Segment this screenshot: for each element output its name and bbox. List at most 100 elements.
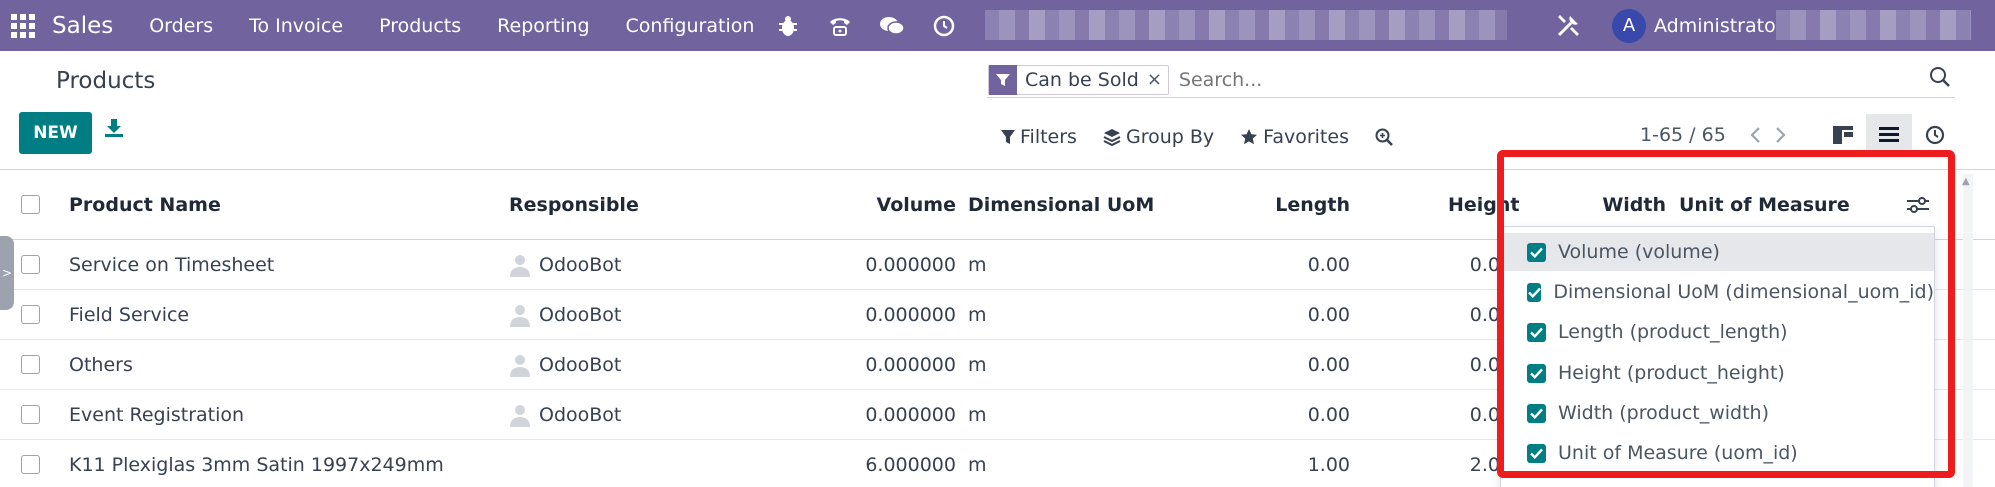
cell-length: 0.00 [1307, 403, 1350, 426]
new-button[interactable]: NEW [19, 112, 92, 154]
phone-icon[interactable] [827, 13, 853, 39]
user-menu[interactable]: A Administrator [1612, 0, 1784, 51]
facet-remove-icon[interactable]: × [1147, 69, 1168, 90]
filters-button[interactable]: Filters [1001, 126, 1077, 148]
user-placeholder-icon [510, 254, 530, 277]
chat-icon[interactable] [879, 13, 905, 39]
cell-length: 1.00 [1307, 453, 1350, 476]
optional-column-label: Length (product_length) [1558, 321, 1788, 343]
cell-product-name: K11 Plexiglas 3mm Satin 1997x249mm [69, 453, 444, 476]
optional-column-length[interactable]: Length (product_length) [1501, 313, 1934, 351]
row-checkbox[interactable] [21, 440, 40, 487]
apps-menu-button[interactable] [0, 0, 46, 51]
checkbox-checked-icon[interactable] [1527, 363, 1546, 383]
column-length[interactable]: Length [1200, 170, 1350, 239]
menu-to-invoice[interactable]: To Invoice [249, 15, 343, 37]
cell-dimensional-uom: m [968, 303, 987, 326]
responsible-name: OdooBot [539, 303, 622, 326]
cell-height: 0.0 [1469, 353, 1500, 376]
select-all-checkbox[interactable] [21, 170, 40, 239]
redacted-area [985, 10, 1507, 40]
search-options: Filters Group By Favorites [1001, 122, 1424, 152]
column-responsible[interactable]: Responsible [509, 170, 639, 239]
row-checkbox[interactable] [21, 290, 40, 339]
pager-next-icon[interactable] [1768, 126, 1794, 144]
facet-label: Can be Sold [1025, 68, 1139, 91]
optional-column-label: Height (product_height) [1558, 362, 1785, 384]
checkbox-checked-icon[interactable] [1527, 403, 1546, 423]
column-volume[interactable]: Volume [800, 170, 956, 239]
activity-view-icon[interactable] [1912, 114, 1958, 156]
cell-height: 0.0 [1469, 403, 1500, 426]
column-product-name[interactable]: Product Name [69, 170, 221, 239]
optional-column-volume[interactable]: Volume (volume) [1501, 233, 1934, 271]
checkbox-checked-icon[interactable] [1527, 322, 1546, 342]
search-input[interactable] [1178, 68, 1879, 91]
cell-product-name: Service on Timesheet [69, 253, 275, 276]
cell-responsible: OdooBot [509, 240, 621, 289]
cell-product-name: Event Registration [69, 403, 245, 426]
avatar: A [1612, 8, 1646, 43]
download-icon[interactable] [104, 118, 128, 142]
list-view-icon[interactable] [1866, 114, 1912, 156]
cell-height: 0.0 [1469, 303, 1500, 326]
user-placeholder-icon [510, 354, 530, 377]
group-by-label: Group By [1125, 126, 1215, 148]
side-panel-toggle[interactable]: > [0, 236, 14, 310]
favorites-button[interactable]: Favorites [1240, 126, 1349, 148]
cell-dimensional-uom: m [968, 453, 987, 476]
optional-column-dimensional-uom[interactable]: Dimensional UoM (dimensional_uom_id) [1501, 273, 1934, 311]
scrollbar[interactable] [1963, 174, 1973, 487]
cell-dimensional-uom: m [968, 403, 987, 426]
responsible-name: OdooBot [539, 403, 622, 426]
bug-icon[interactable] [775, 13, 801, 39]
redacted-area [1776, 10, 1971, 40]
responsible-name: OdooBot [539, 253, 622, 276]
pager: 1-65 / 65 [1640, 120, 1794, 150]
search-facet: Can be Sold × [988, 64, 1169, 95]
cell-volume: 0.000000 [865, 403, 956, 426]
menu-configuration[interactable]: Configuration [626, 15, 755, 37]
star-icon [1241, 129, 1258, 145]
menu-reporting[interactable]: Reporting [497, 15, 589, 37]
menu-products[interactable]: Products [379, 15, 461, 37]
user-name: Administrator [1654, 14, 1784, 37]
cell-length: 0.00 [1307, 253, 1350, 276]
checkbox-checked-icon[interactable] [1527, 443, 1546, 463]
search-icon[interactable] [1929, 66, 1955, 92]
optional-column-label: Dimensional UoM (dimensional_uom_id) [1553, 281, 1934, 303]
pager-value[interactable]: 1-65 / 65 [1640, 124, 1726, 146]
apps-grid-icon [11, 13, 35, 38]
cell-dimensional-uom: m [968, 353, 987, 376]
optional-column-width[interactable]: Width (product_width) [1501, 394, 1934, 432]
tools-icon[interactable] [1556, 12, 1582, 38]
layers-icon [1103, 129, 1121, 146]
row-checkbox[interactable] [21, 340, 40, 389]
cell-volume: 0.000000 [865, 253, 956, 276]
checkbox-checked-icon[interactable] [1527, 282, 1542, 302]
cell-volume: 0.000000 [865, 353, 956, 376]
optional-column-unit-of-measure[interactable]: Unit of Measure (uom_id) [1501, 434, 1934, 472]
zoom-icon[interactable] [1375, 128, 1398, 146]
user-placeholder-icon [510, 404, 530, 427]
menu-orders[interactable]: Orders [149, 15, 213, 37]
row-checkbox[interactable] [21, 240, 40, 289]
clock-icon[interactable] [931, 13, 957, 39]
row-checkbox[interactable] [21, 390, 40, 439]
app-brand[interactable]: Sales [52, 13, 113, 39]
filter-icon [989, 64, 1017, 95]
systray [775, 0, 983, 51]
column-dimensional-uom[interactable]: Dimensional UoM [968, 170, 1154, 239]
group-by-button[interactable]: Group By [1103, 126, 1214, 148]
optional-column-label: Volume (volume) [1558, 241, 1720, 263]
cell-volume: 6.000000 [865, 453, 956, 476]
search-bar: Can be Sold × [987, 62, 1955, 98]
cell-height: 2.0 [1469, 453, 1500, 476]
optional-column-height[interactable]: Height (product_height) [1501, 354, 1934, 392]
optional-column-label: Width (product_width) [1558, 402, 1770, 424]
cell-responsible: OdooBot [509, 340, 621, 389]
pager-previous-icon[interactable] [1742, 126, 1768, 144]
kanban-view-icon[interactable] [1820, 114, 1866, 156]
checkbox-checked-icon[interactable] [1527, 242, 1546, 262]
scroll-up-icon[interactable]: ▲ [1962, 176, 1974, 187]
